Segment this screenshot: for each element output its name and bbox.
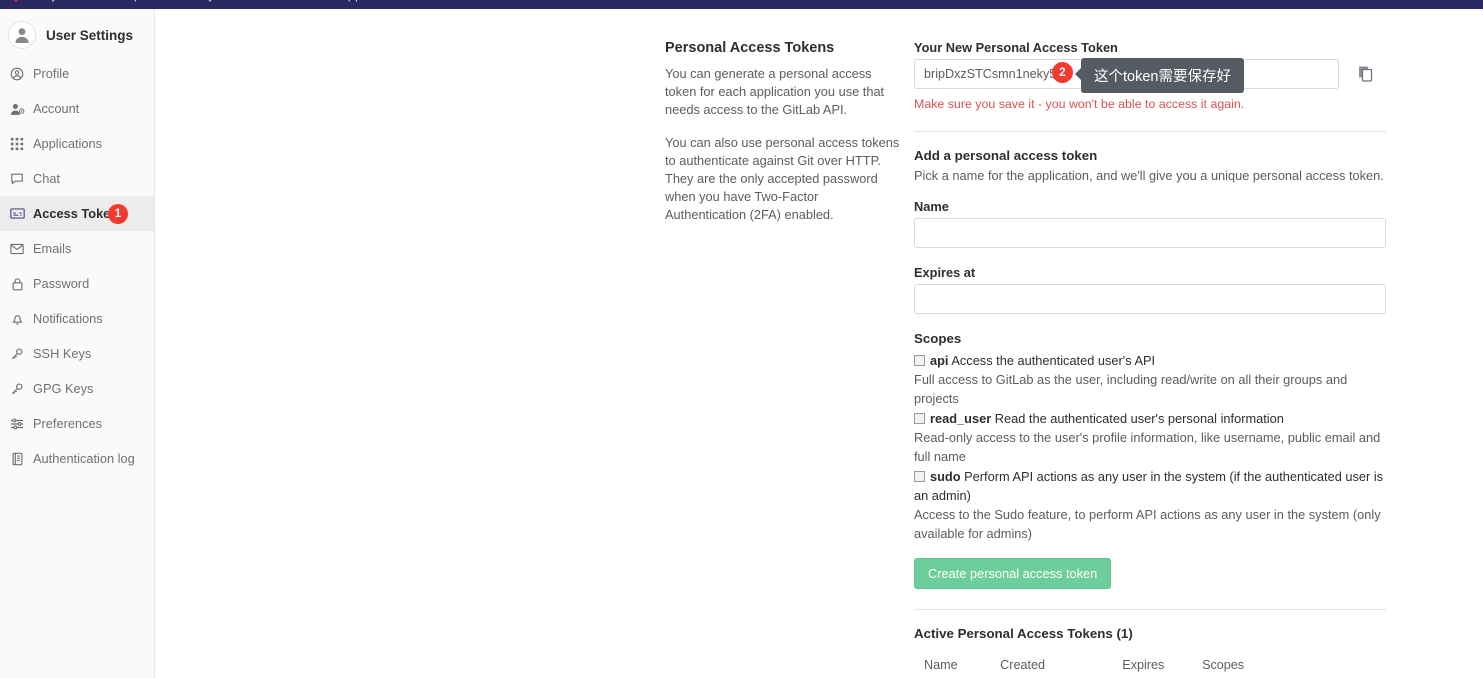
- page-title: Personal Access Tokens: [665, 40, 835, 56]
- sidebar-item-label: Profile: [33, 66, 70, 81]
- page-root: Projects Groups Activity Milestones Snip…: [0, 0, 1483, 678]
- todos-icon[interactable]: ☑: [1427, 0, 1439, 2]
- sidebar-item-label: Password: [33, 276, 90, 291]
- sidebar-item-applications[interactable]: Applications: [0, 126, 154, 161]
- scopes-label: Scopes: [914, 331, 962, 346]
- annotation-tooltip: 这个token需要保存好: [1075, 58, 1244, 93]
- sidebar-item-label: GPG Keys: [33, 381, 94, 396]
- column-header-actions: [1271, 649, 1386, 678]
- sidebar-item-authentication-log[interactable]: Authentication log: [0, 441, 154, 476]
- sidebar-nav-list: Profile Account Applications Chat Access…: [0, 56, 154, 476]
- main-content: Personal Access Tokens You can generate …: [155, 9, 1483, 678]
- book-icon: [9, 451, 25, 467]
- account-icon: [9, 101, 25, 117]
- chat-icon: [9, 171, 25, 187]
- scope-checkbox-sudo[interactable]: [914, 471, 925, 482]
- sidebar-item-account[interactable]: Account: [0, 91, 154, 126]
- scope-help-sudo: Access to the Sudo feature, to perform A…: [914, 507, 1381, 541]
- sidebar-item-password[interactable]: Password: [0, 266, 154, 301]
- key-icon: [9, 381, 25, 397]
- description-paragraph-1: You can generate a personal access token…: [665, 66, 885, 117]
- copy-clipboard-icon[interactable]: [1355, 63, 1377, 85]
- sidebar-item-label: Authentication log: [33, 451, 135, 466]
- scope-help-read-user: Read-only access to the user's profile i…: [914, 430, 1381, 464]
- merge-requests-icon[interactable]: ⟷: [1387, 0, 1406, 2]
- sidebar-header: User Settings: [0, 14, 154, 56]
- sidebar-item-preferences[interactable]: Preferences: [0, 406, 154, 441]
- create-personal-access-token-button[interactable]: Create personal access token: [914, 558, 1112, 589]
- key-icon: [9, 346, 25, 362]
- sidebar-item-label: Emails: [33, 241, 72, 256]
- scope-item-read-user: read_user Read the authenticated user's …: [914, 409, 1386, 466]
- sidebar-item-ssh-keys[interactable]: SSH Keys: [0, 336, 154, 371]
- token-name-input[interactable]: [914, 218, 1386, 248]
- active-tokens-table: Name Created Expires Scopes jenkins Dec …: [914, 649, 1386, 678]
- top-navbar: Projects Groups Activity Milestones Snip…: [0, 0, 1483, 9]
- token-card-icon: [9, 206, 25, 222]
- sidebar-header-label: User Settings: [46, 27, 134, 43]
- column-header-expires: Expires: [1112, 649, 1193, 678]
- settings-form-column: Your New Personal Access Token Make sure…: [914, 40, 1386, 678]
- lock-icon: [9, 276, 25, 292]
- active-tokens-title: Active Personal Access Tokens (1): [914, 626, 1133, 641]
- sidebar-item-emails[interactable]: Emails: [0, 231, 154, 266]
- gitlab-logo-icon[interactable]: [8, 0, 24, 2]
- scope-name-api: api: [930, 353, 949, 368]
- add-token-subtitle: Pick a name for the application, and we'…: [914, 168, 1384, 183]
- search-icon[interactable]: ⚲: [1322, 0, 1332, 2]
- token-name-label: Name: [914, 199, 949, 214]
- user-avatar[interactable]: ●: [1461, 0, 1469, 2]
- settings-description-column: Personal Access Tokens You can generate …: [665, 40, 900, 239]
- scope-summary-api: Access the authenticated user's API: [951, 353, 1156, 368]
- new-token-warning: Make sure you save it - you won't be abl…: [914, 97, 1245, 111]
- navbar-item-1[interactable]: Groups: [105, 0, 148, 2]
- sidebar-item-label: Notifications: [33, 311, 103, 326]
- sidebar-item-notifications[interactable]: Notifications: [0, 301, 154, 336]
- description-paragraph-2: You can also use personal access tokens …: [665, 135, 900, 222]
- sidebar-item-chat[interactable]: Chat: [0, 161, 154, 196]
- envelope-icon: [9, 241, 25, 257]
- profile-icon: [9, 66, 25, 82]
- scope-item-sudo: sudo Perform API actions as any user in …: [914, 467, 1386, 543]
- scope-checkbox-api[interactable]: [914, 355, 925, 366]
- sidebar-item-label: Preferences: [33, 416, 102, 431]
- scope-checkbox-read-user[interactable]: [914, 413, 925, 424]
- issues-icon[interactable]: ⚠: [1353, 0, 1365, 2]
- divider: [914, 609, 1386, 610]
- sliders-icon: [9, 416, 25, 432]
- sidebar-item-label: SSH Keys: [33, 346, 92, 361]
- sidebar-item-label: Chat: [33, 171, 61, 186]
- scope-name-sudo: sudo: [930, 469, 961, 484]
- token-expires-label: Expires at: [914, 265, 976, 280]
- table-header-row: Name Created Expires Scopes: [914, 649, 1386, 678]
- scope-help-api: Full access to GitLab as the user, inclu…: [914, 372, 1348, 406]
- sidebar-annotation-badge-1: 1: [108, 203, 128, 224]
- sidebar-item-label: Account: [33, 101, 80, 116]
- annotation-badge-2: 2: [1052, 62, 1073, 83]
- scope-summary-sudo: Perform API actions as any user in the s…: [914, 469, 1384, 503]
- token-expires-input[interactable]: [914, 284, 1386, 314]
- new-token-label: Your New Personal Access Token: [914, 40, 1118, 55]
- navbar-item-0[interactable]: Projects: [32, 0, 79, 2]
- divider: [914, 131, 1386, 132]
- scope-summary-read-user: Read the authenticated user's personal i…: [994, 411, 1284, 426]
- navbar-item-2[interactable]: Activity: [174, 0, 215, 2]
- add-token-title: Add a personal access token: [914, 148, 1098, 163]
- user-avatar-icon: [8, 21, 36, 49]
- apps-grid-icon: [9, 136, 25, 152]
- column-header-name: Name: [914, 649, 991, 678]
- navbar-item-4[interactable]: Snippets: [329, 0, 380, 2]
- navbar-item-3[interactable]: Milestones: [241, 0, 303, 2]
- settings-sidebar: User Settings Profile Account Applicatio…: [0, 9, 155, 678]
- sidebar-item-gpg-keys[interactable]: GPG Keys: [0, 371, 154, 406]
- sidebar-item-profile[interactable]: Profile: [0, 56, 154, 91]
- sidebar-item-access-tokens[interactable]: Access Tokens 1: [0, 196, 154, 231]
- column-header-scopes: Scopes: [1192, 649, 1272, 678]
- column-header-created: Created: [990, 649, 1113, 678]
- scope-item-api: api Access the authenticated user's API …: [914, 351, 1386, 408]
- bell-icon: [9, 311, 25, 327]
- sidebar-item-label: Applications: [33, 136, 103, 151]
- scope-name-read-user: read_user: [930, 411, 992, 426]
